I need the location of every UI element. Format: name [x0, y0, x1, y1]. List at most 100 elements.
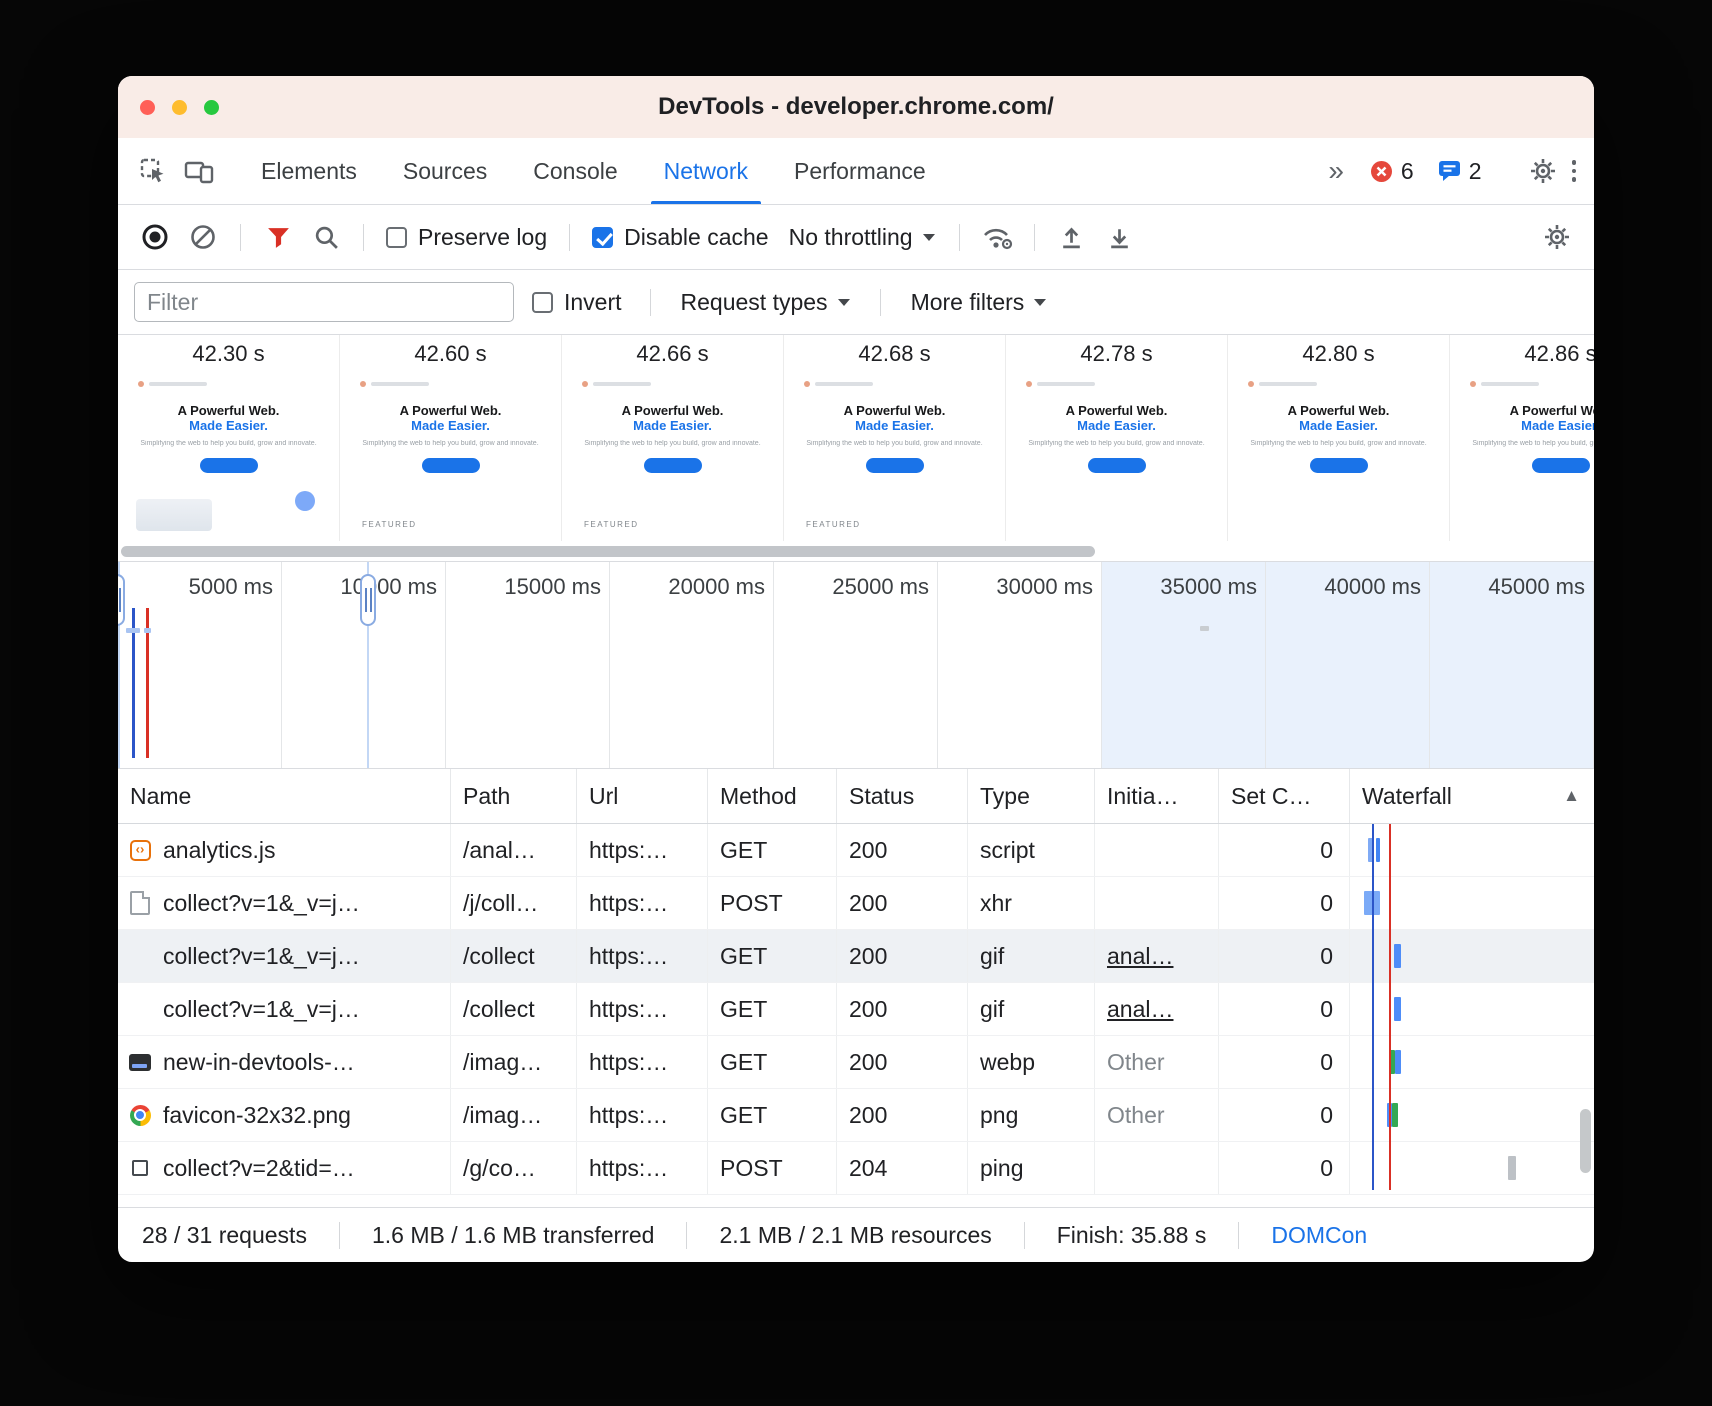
filter-toggle-button[interactable]: [257, 217, 299, 257]
import-har-button[interactable]: [1051, 217, 1093, 257]
zoom-window-button[interactable]: [204, 100, 219, 115]
column-header-type[interactable]: Type: [968, 769, 1095, 823]
horizontal-scrollbar-thumb[interactable]: [121, 546, 1095, 557]
filmstrip-frames: 42.30 s A Powerful Web. Made Easier. Sim…: [118, 335, 1594, 541]
issues-badge[interactable]: 2: [1426, 158, 1494, 185]
tab-network[interactable]: Network: [641, 138, 771, 204]
site-logo-dot: [1026, 381, 1032, 387]
timeline-tick: 5000 ms: [118, 562, 282, 768]
tab-elements[interactable]: Elements: [238, 138, 380, 204]
chrome-favicon-icon: [130, 1105, 151, 1126]
device-toolbar-button[interactable]: [176, 138, 222, 204]
thumb-subtext: Simplifying the web to help you build, g…: [1248, 440, 1429, 447]
column-header-path[interactable]: Path: [451, 769, 577, 823]
filmstrip-frame[interactable]: 42.86 s A Powerful Web. Made Easier. Sim…: [1450, 335, 1594, 541]
site-header-bar: [1259, 382, 1317, 386]
tab-console[interactable]: Console: [510, 138, 640, 204]
minimize-window-button[interactable]: [172, 100, 187, 115]
network-conditions-button[interactable]: [976, 217, 1018, 257]
preserve-log-checkbox[interactable]: [386, 227, 407, 248]
cell-set-cookies: 0: [1219, 1036, 1350, 1088]
column-header-status[interactable]: Status: [837, 769, 968, 823]
request-types-dropdown[interactable]: Request types: [673, 289, 858, 316]
frame-thumbnail: A Powerful Web. Made Easier. Simplifying…: [796, 373, 993, 537]
cell-type: ping: [968, 1142, 1095, 1194]
tab-sources[interactable]: Sources: [380, 138, 510, 204]
console-errors-badge[interactable]: 6: [1358, 158, 1426, 185]
device-toolbar-icon: [183, 157, 215, 185]
initiator-link[interactable]: anal…: [1095, 983, 1219, 1035]
filmstrip-frame[interactable]: 42.80 s A Powerful Web. Made Easier. Sim…: [1228, 335, 1450, 541]
cell-type: script: [968, 824, 1095, 876]
throttling-dropdown[interactable]: No throttling: [781, 224, 943, 251]
filter-funnel-icon: [265, 224, 292, 251]
timeline-tick: 15000 ms: [446, 562, 610, 768]
cell-path: /imag…: [451, 1036, 577, 1088]
export-har-button[interactable]: [1099, 217, 1141, 257]
filmstrip-frame[interactable]: 42.66 s A Powerful Web. Made Easier. Sim…: [562, 335, 784, 541]
filter-input[interactable]: [134, 282, 514, 322]
search-network-button[interactable]: [305, 217, 347, 257]
network-activity-mark: [144, 628, 151, 633]
network-conditions-icon: [980, 223, 1014, 251]
network-overview-timeline[interactable]: 5000 ms 10000 ms 15000 ms 20000 ms 25000…: [118, 562, 1594, 769]
column-header-waterfall[interactable]: Waterfall ▲: [1350, 769, 1594, 823]
devtools-settings-button[interactable]: [1520, 156, 1566, 186]
record-network-log-button[interactable]: [134, 217, 176, 257]
column-header-method[interactable]: Method: [708, 769, 837, 823]
more-filters-label: More filters: [911, 289, 1025, 316]
clear-network-log-button[interactable]: [182, 217, 224, 257]
inspect-element-button[interactable]: [130, 138, 176, 204]
network-settings-button[interactable]: [1536, 217, 1578, 257]
site-header-bar: [371, 382, 429, 386]
filter-divider: [880, 289, 881, 316]
gear-icon: [1528, 156, 1558, 186]
thumb-headline-accent: Made Easier.: [1462, 418, 1594, 433]
clear-icon: [189, 223, 217, 251]
cell-status: 200: [837, 1036, 968, 1088]
tab-performance[interactable]: Performance: [771, 138, 949, 204]
thumb-headline-accent: Made Easier.: [1018, 418, 1215, 433]
panel-tabs: Elements Sources Console Network Perform…: [238, 138, 949, 204]
column-header-url[interactable]: Url: [577, 769, 708, 823]
more-tabs-button[interactable]: »: [1314, 155, 1358, 187]
column-header-name[interactable]: Name: [118, 769, 451, 823]
timeline-right-drag-handle[interactable]: [360, 574, 376, 626]
image-preview-icon: [129, 1054, 151, 1071]
initiator-link[interactable]: anal…: [1095, 930, 1219, 982]
filmstrip-frame[interactable]: 42.60 s A Powerful Web. Made Easier. Sim…: [340, 335, 562, 541]
site-header-bar: [149, 382, 207, 386]
disable-cache-label: Disable cache: [624, 224, 768, 251]
disable-cache-checkbox[interactable]: [592, 227, 613, 248]
filmstrip-frame[interactable]: 42.30 s A Powerful Web. Made Easier. Sim…: [118, 335, 340, 541]
invert-checkbox[interactable]: [532, 292, 553, 313]
timeline-left-drag-handle[interactable]: [118, 574, 125, 626]
network-activity-mark: [1200, 626, 1209, 631]
cell-type: gif: [968, 983, 1095, 1035]
finish-time: Finish: 35.88 s: [1024, 1222, 1239, 1249]
thumb-cta-pill: [1088, 458, 1146, 473]
frame-thumbnail: A Powerful Web. Made Easier. Simplifying…: [1018, 373, 1215, 537]
thumb-headline-accent: Made Easier.: [130, 418, 327, 433]
more-filters-dropdown[interactable]: More filters: [903, 289, 1055, 316]
filmstrip-frame[interactable]: 42.78 s A Powerful Web. Made Easier. Sim…: [1006, 335, 1228, 541]
vertical-scrollbar-thumb[interactable]: [1580, 1109, 1591, 1173]
frame-thumbnail: A Powerful Web. Made Easier. Simplifying…: [1240, 373, 1437, 537]
cell-method: POST: [708, 1142, 837, 1194]
more-options-menu-button[interactable]: [1566, 160, 1583, 182]
thumb-subtext: Simplifying the web to help you build, g…: [360, 440, 541, 447]
filmstrip-frame[interactable]: 42.68 s A Powerful Web. Made Easier. Sim…: [784, 335, 1006, 541]
close-window-button[interactable]: [140, 100, 155, 115]
request-types-label: Request types: [681, 289, 828, 316]
cell-set-cookies: 0: [1219, 930, 1350, 982]
cell-type: xhr: [968, 877, 1095, 929]
column-header-set-cookies[interactable]: Set C…: [1219, 769, 1350, 823]
column-header-initiator[interactable]: Initia…: [1095, 769, 1219, 823]
error-count: 6: [1401, 158, 1414, 185]
thumb-illustration: [136, 499, 212, 531]
cell-name: favicon-32x32.png: [118, 1089, 451, 1141]
cell-url: https:…: [577, 930, 708, 982]
search-icon: [313, 224, 340, 251]
toolbar-divider: [363, 224, 364, 251]
disable-cache-control: Disable cache: [586, 224, 774, 251]
